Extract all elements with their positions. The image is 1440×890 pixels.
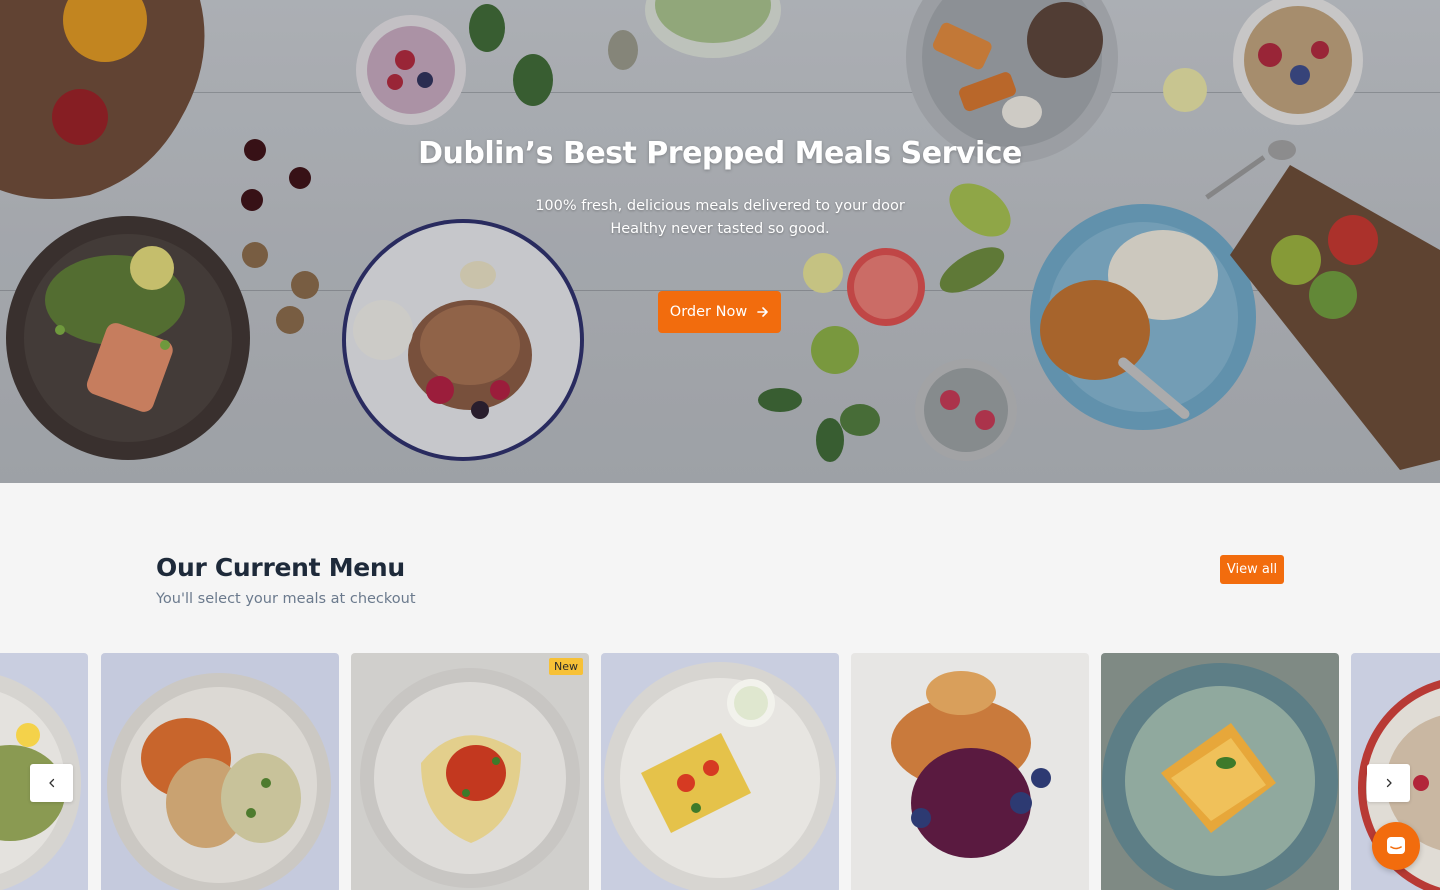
hero-subtitle: 100% fresh, delicious meals delivered to… [0, 195, 1440, 241]
menu-card[interactable] [1101, 653, 1339, 890]
menu-card[interactable]: New [351, 653, 589, 890]
meal-image [101, 653, 339, 890]
carousel-next-button[interactable] [1367, 764, 1410, 802]
chat-bubble-icon [1387, 837, 1405, 854]
hero-subtitle-line-1: 100% fresh, delicious meals delivered to… [535, 198, 905, 214]
menu-carousel: New [0, 653, 1440, 890]
meal-image [351, 653, 589, 890]
view-all-button[interactable]: View all [1220, 555, 1284, 584]
chevron-right-icon [1386, 778, 1392, 788]
hero-title: Dublin’s Best Prepped Meals Service [418, 136, 1022, 171]
meal-image [601, 653, 839, 890]
hero-banner: Dublin’s Best Prepped Meals Service 100%… [0, 0, 1440, 483]
arrow-right-icon [757, 307, 769, 317]
new-badge: New [549, 658, 583, 675]
hero-overlay [0, 0, 1440, 483]
menu-card[interactable] [851, 653, 1089, 890]
menu-subtitle: You'll select your meals at checkout [156, 591, 416, 607]
order-now-label: Order Now [669, 304, 748, 320]
chat-launcher-button[interactable] [1372, 822, 1420, 870]
meal-image [851, 653, 1089, 890]
menu-title: Our Current Menu [156, 553, 405, 582]
chevron-left-icon [48, 778, 54, 788]
order-now-button[interactable]: Order Now [658, 291, 781, 333]
menu-card[interactable] [601, 653, 839, 890]
hero-subtitle-line-2: Healthy never tasted so good. [610, 221, 830, 237]
carousel-prev-button[interactable] [30, 764, 73, 802]
menu-card[interactable] [101, 653, 339, 890]
meal-image [1101, 653, 1339, 890]
